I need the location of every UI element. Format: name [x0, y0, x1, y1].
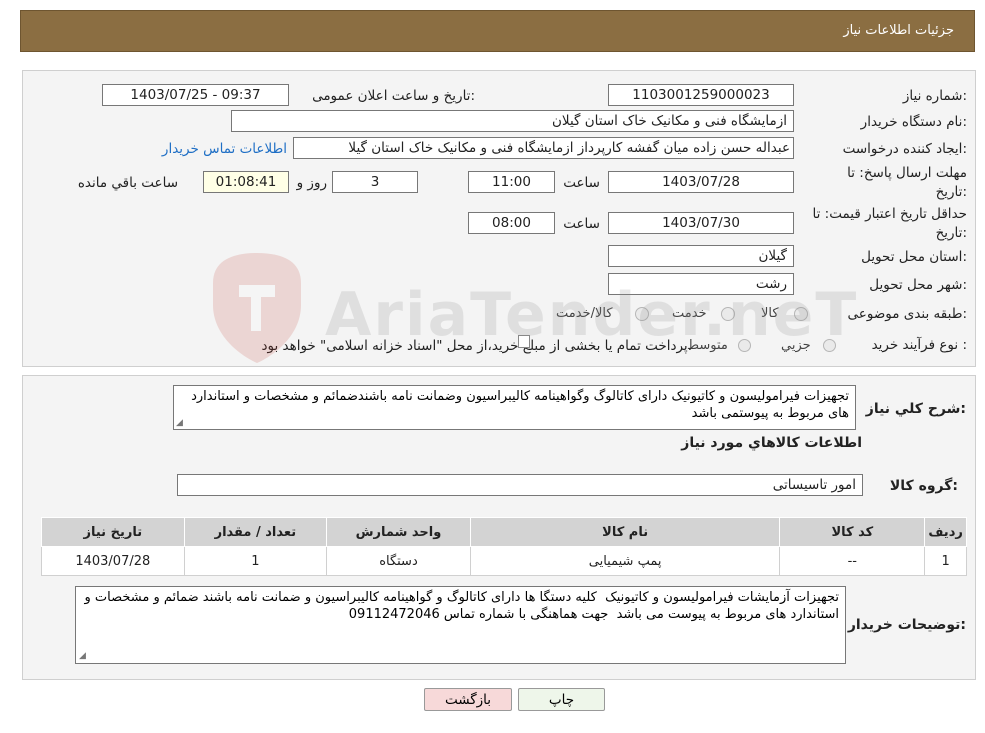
category-option-goods: کالا — [761, 306, 779, 321]
price-validity-label-date: تاریخ: — [935, 225, 967, 241]
resize-handle-icon[interactable]: ◢ — [79, 652, 88, 661]
goods-group-field[interactable]: امور تاسیساتی — [177, 474, 863, 496]
goods-info-title: اطلاعات کالاهاي مورد نياز — [681, 435, 862, 451]
col-unit: واحد شمارش — [326, 517, 471, 547]
cell-goods-code: -- — [779, 546, 926, 576]
category-radio-goods[interactable] — [794, 307, 808, 321]
deadline-time-field[interactable]: 11:00 — [468, 171, 555, 193]
back-button[interactable]: بازگشت — [424, 688, 512, 711]
deadline-label: مهلت ارسال پاسخ: تا — [847, 165, 967, 181]
need-info-panel: شماره نیاز: 1103001259000023 تاریخ و ساع… — [22, 70, 976, 367]
col-row-number: رديف — [924, 517, 967, 547]
deadline-date-field[interactable]: 1403/07/28 — [608, 171, 794, 193]
province-field[interactable]: گیلان — [608, 245, 794, 267]
announce-datetime-label: تاریخ و ساعت اعلان عمومی: — [312, 88, 475, 104]
col-quantity: تعداد / مقدار — [183, 517, 328, 547]
goods-details-panel: شرح کلي نياز: تجهیزات فیرامولیسون و کاتی… — [22, 375, 976, 680]
process-option-minor: جزیي — [781, 338, 811, 353]
creator-label: ایجاد کننده درخواست: — [842, 141, 967, 157]
buyer-notes-label: توضیحات خریدار: — [847, 617, 966, 633]
col-goods-code: کد کالا — [779, 517, 926, 547]
table-row: 1 -- پمپ شیمیایی دستگاه 1 1403/07/28 — [41, 546, 967, 576]
cell-goods-name: پمپ شیمیایی — [469, 546, 781, 576]
remaining-time-label: ساعت باقي مانده — [77, 175, 178, 191]
process-radio-medium[interactable] — [738, 339, 751, 352]
cell-need-date: 1403/07/28 — [41, 546, 185, 576]
col-need-date: تاریخ نیاز — [41, 517, 185, 547]
col-goods-name: نام کالا — [469, 517, 781, 547]
price-validity-time-label: ساعت — [563, 216, 600, 232]
cell-unit: دستگاه — [326, 546, 471, 576]
summary-textarea[interactable]: تجهیزات فیرامولیسون و کاتیونیک دارای کات… — [173, 385, 856, 430]
cell-quantity: 1 — [183, 546, 328, 576]
goods-group-label: گروه کالا: — [889, 478, 958, 494]
price-validity-date-field[interactable]: 1403/07/30 — [608, 212, 794, 234]
process-option-medium: متوسط — [687, 338, 728, 353]
process-radio-minor[interactable] — [823, 339, 836, 352]
need-number-label: شماره نیاز: — [902, 88, 967, 104]
buyer-contact-link[interactable]: اطلاعات تماس خریدار — [162, 141, 287, 157]
creator-field[interactable]: عبداله حسن زاده میان گفشه کارپرداز ازمای… — [293, 137, 794, 159]
treasury-checkbox[interactable] — [518, 335, 530, 348]
deadline-label-date: تاریخ: — [935, 184, 967, 200]
resize-handle-icon[interactable]: ◢ — [176, 419, 185, 428]
category-radio-service[interactable] — [721, 307, 735, 321]
category-radio-goods-service[interactable] — [635, 307, 649, 321]
remaining-time-field: 01:08:41 — [203, 171, 289, 193]
days-label: روز و — [296, 175, 327, 191]
treasury-note: پرداخت تمام یا بخشی از مبلغ خرید،از محل … — [261, 338, 692, 354]
cell-row-number: 1 — [924, 546, 967, 576]
city-field[interactable]: رشت — [608, 273, 794, 295]
process-label: نوع فرآیند خرید : — [871, 337, 967, 353]
category-option-goods-service: کالا/خدمت — [556, 306, 613, 321]
province-label: استان محل تحویل: — [861, 249, 967, 265]
buyer-org-label: نام دستگاه خریدار: — [860, 114, 967, 130]
goods-table: رديف کد کالا نام کالا واحد شمارش تعداد /… — [41, 517, 967, 576]
announce-datetime-field[interactable]: 1403/07/25 - 09:37 — [102, 84, 289, 106]
need-number-field[interactable]: 1103001259000023 — [608, 84, 794, 106]
price-validity-label: حداقل تاریخ اعتبار قیمت: تا — [812, 206, 967, 222]
summary-label: شرح کلي نياز: — [865, 401, 966, 417]
price-validity-time-field[interactable]: 08:00 — [468, 212, 555, 234]
category-option-service: خدمت — [672, 306, 707, 321]
page-title: جزئیات اطلاعات نیاز — [843, 23, 954, 38]
deadline-time-label: ساعت — [563, 175, 600, 191]
days-remaining-field[interactable]: 3 — [332, 171, 418, 193]
page-header: جزئیات اطلاعات نیاز — [20, 10, 975, 52]
print-button[interactable]: چاپ — [518, 688, 605, 711]
category-label: طبقه بندی موضوعی: — [847, 306, 967, 322]
buyer-notes-textarea[interactable]: تجهیزات آزمایشات فیرامولیسون و کاتیونیک … — [75, 586, 846, 664]
city-label: شهر محل تحویل: — [869, 277, 967, 293]
goods-table-header: رديف کد کالا نام کالا واحد شمارش تعداد /… — [41, 517, 967, 547]
buyer-org-field[interactable]: ازمایشگاه فنی و مکانیک خاک استان گیلان — [231, 110, 794, 132]
